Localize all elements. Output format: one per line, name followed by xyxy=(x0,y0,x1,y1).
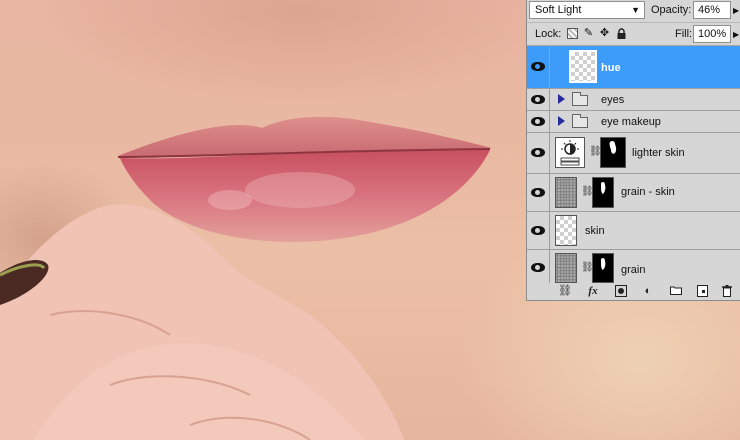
eye-icon xyxy=(531,148,545,157)
layer-name[interactable]: hue xyxy=(601,62,621,74)
layer-name[interactable]: grain - skin xyxy=(621,186,675,198)
opacity-input[interactable]: 46% xyxy=(693,1,731,19)
eye-icon xyxy=(531,263,545,272)
layer-mask-thumbnail[interactable] xyxy=(592,177,614,208)
layers-panel: Soft Light ▼ Opacity: 46% ▶ Lock: ✎ ✥ Fi… xyxy=(526,0,740,301)
lock-move-icon[interactable]: ✥ xyxy=(599,28,610,39)
eye-icon xyxy=(531,226,545,235)
layer-thumbnail[interactable] xyxy=(569,50,597,83)
eye-icon xyxy=(531,117,545,126)
layer-mask-thumbnail[interactable] xyxy=(592,253,614,283)
expand-triangle-icon[interactable] xyxy=(558,94,565,104)
blend-mode-dropdown[interactable]: Soft Light ▼ xyxy=(529,1,645,19)
blend-mode-value: Soft Light xyxy=(535,4,582,16)
new-layer-icon[interactable] xyxy=(695,285,709,297)
visibility-toggle[interactable] xyxy=(527,133,550,173)
layer-thumbnail[interactable] xyxy=(555,253,577,283)
visibility-toggle[interactable] xyxy=(527,111,550,132)
layers-panel-footer: ⛓ fx ◐ xyxy=(527,283,740,300)
hand-image xyxy=(0,204,405,440)
adjustment-layer-icon[interactable]: ◐ xyxy=(641,285,655,297)
visibility-toggle[interactable] xyxy=(527,212,550,249)
new-group-icon[interactable] xyxy=(669,285,683,297)
fill-input[interactable]: 100% xyxy=(693,25,731,43)
layer-name[interactable]: lighter skin xyxy=(632,147,685,159)
layer-row-grain[interactable]: ⛓ grain xyxy=(527,250,740,283)
layer-name[interactable]: grain xyxy=(621,264,645,276)
layer-name[interactable]: eyes xyxy=(601,94,624,106)
visibility-toggle[interactable] xyxy=(527,174,550,211)
layer-thumbnail[interactable] xyxy=(555,177,577,208)
lock-label: Lock: xyxy=(535,28,562,40)
eye-icon xyxy=(531,188,545,197)
layer-mask-thumbnail[interactable] xyxy=(600,137,626,168)
fill-label: Fill: xyxy=(675,28,693,40)
blend-options-row: Soft Light ▼ Opacity: 46% ▶ xyxy=(527,0,740,23)
eye-icon xyxy=(531,62,545,71)
lock-all-icon[interactable] xyxy=(616,28,627,39)
trash-icon[interactable] xyxy=(720,285,734,297)
visibility-toggle[interactable] xyxy=(527,46,550,88)
layer-row-grain-skin[interactable]: ⛓ grain - skin xyxy=(527,174,740,212)
fill-slider-arrow-icon[interactable]: ▶ xyxy=(733,30,739,39)
layer-name[interactable]: eye makeup xyxy=(601,116,661,128)
folder-icon xyxy=(572,114,588,128)
add-mask-icon[interactable] xyxy=(615,285,627,297)
eye-icon xyxy=(531,95,545,104)
layer-row-hue[interactable]: hue xyxy=(527,46,740,89)
layer-thumbnail[interactable] xyxy=(555,215,577,246)
layer-row-eyes[interactable]: eyes xyxy=(527,89,740,111)
expand-triangle-icon[interactable] xyxy=(558,116,565,126)
layer-row-lighter-skin[interactable]: ⛓ lighter skin xyxy=(527,133,740,174)
link-layers-icon[interactable]: ⛓ xyxy=(557,285,573,297)
lock-transparency-icon[interactable] xyxy=(567,28,578,39)
lock-row: Lock: ✎ ✥ Fill: 100% ▶ xyxy=(527,23,740,46)
folder-icon xyxy=(572,92,588,106)
pen-object xyxy=(0,260,49,305)
lock-brush-icon[interactable]: ✎ xyxy=(583,28,594,39)
fx-icon[interactable]: fx xyxy=(585,285,601,297)
adjustment-layer-icon[interactable] xyxy=(555,137,585,168)
layer-row-eye-makeup[interactable]: eye makeup xyxy=(527,111,740,133)
layer-row-skin[interactable]: skin xyxy=(527,212,740,250)
layer-name[interactable]: skin xyxy=(585,225,605,237)
opacity-slider-arrow-icon[interactable]: ▶ xyxy=(733,6,739,15)
visibility-toggle[interactable] xyxy=(527,250,550,283)
chevron-down-icon: ▼ xyxy=(631,5,640,15)
opacity-label: Opacity: xyxy=(651,4,692,16)
visibility-toggle[interactable] xyxy=(527,89,550,110)
